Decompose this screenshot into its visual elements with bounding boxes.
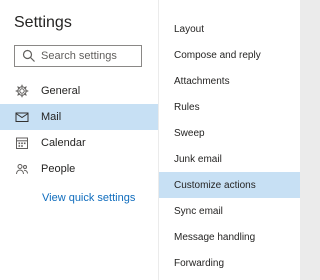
mail-option-message-handling[interactable]: Message handling [159, 224, 300, 250]
mail-option-customize-actions[interactable]: Customize actions [159, 172, 300, 198]
people-icon [15, 162, 29, 176]
mail-option-rules[interactable]: Rules [159, 94, 300, 120]
nav-item-label: General [41, 85, 81, 97]
settings-title: Settings [14, 14, 72, 31]
nav-item-general[interactable]: General [0, 78, 158, 104]
search-input[interactable] [36, 50, 139, 62]
search-icon [22, 49, 36, 63]
nav-item-label: Mail [41, 111, 62, 123]
mail-option-sync-email[interactable]: Sync email [159, 198, 300, 224]
mail-option-attachments[interactable]: Attachments [159, 68, 300, 94]
view-quick-settings-link[interactable]: View quick settings [42, 192, 135, 204]
nav-item-people[interactable]: People [0, 156, 158, 182]
nav-item-mail[interactable]: Mail [0, 104, 158, 130]
calendar-icon [15, 136, 29, 150]
search-box[interactable] [14, 45, 142, 67]
nav-item-label: Calendar [41, 137, 86, 149]
nav-item-label: People [41, 163, 76, 175]
mail-option-compose-and-reply[interactable]: Compose and reply [159, 42, 300, 68]
mail-option-forwarding[interactable]: Forwarding [159, 250, 300, 276]
mail-option-junk-email[interactable]: Junk email [159, 146, 300, 172]
mail-icon [15, 110, 29, 124]
mail-option-layout[interactable]: Layout [159, 16, 300, 42]
mail-option-sweep[interactable]: Sweep [159, 120, 300, 146]
nav-item-calendar[interactable]: Calendar [0, 130, 158, 156]
gear-icon [15, 84, 29, 98]
